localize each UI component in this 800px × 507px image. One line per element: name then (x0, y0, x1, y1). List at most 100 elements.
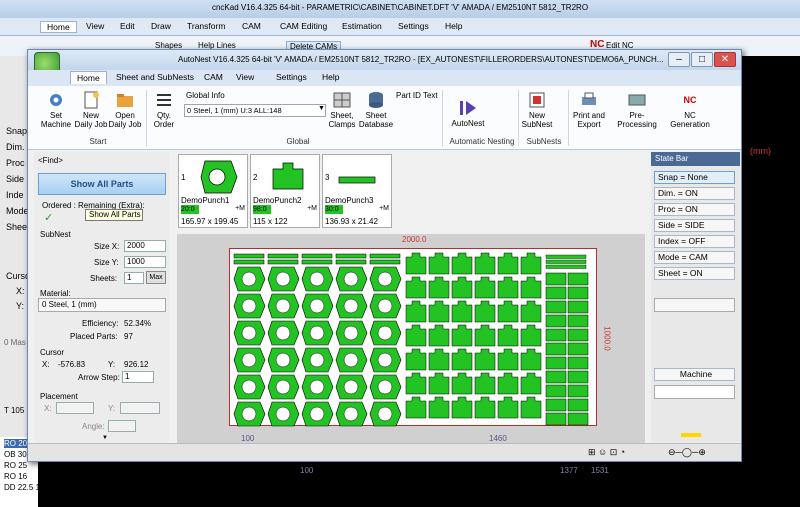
size-x-field[interactable]: 2000 (124, 240, 166, 252)
material-select[interactable]: 0 Steel, 1 (mm) U:3 ALL:148 (184, 104, 326, 117)
state-mode-button[interactable]: Mode = CAM (654, 251, 735, 264)
nested-part-strip (233, 253, 265, 259)
nested-part-tee (405, 252, 427, 275)
part-card-3[interactable]: 3 DemoPunch3 30:0 +M 136.93 x 21.42 (322, 154, 392, 228)
part-id-text-button[interactable]: Part ID Text (396, 91, 438, 100)
global-info-label[interactable]: Global Info (186, 91, 225, 100)
nested-part-hole (343, 325, 359, 341)
sheet-clamps-button[interactable]: Sheet, Clamps (326, 91, 358, 129)
nest-canvas[interactable]: 2000.0 1000.0 100 1460 (177, 234, 645, 444)
show-all-parts-button[interactable]: Show All Parts (38, 173, 166, 195)
nested-part-tee (451, 372, 473, 395)
size-y-label: Size Y: (94, 258, 119, 267)
bg-menu-draw[interactable]: Draw (151, 21, 171, 31)
tab-home[interactable]: Home (70, 71, 107, 84)
part-card-1[interactable]: 1 DemoPunch1 20:0 +M 165.97 x 199.45 (178, 154, 248, 228)
open-daily-job-button[interactable]: Open Daily Job (108, 91, 142, 129)
part-card-2[interactable]: 2 DemoPunch2 98:0 +M 115 x 122 (250, 154, 320, 228)
print-export-button[interactable]: Print and Export (571, 91, 607, 129)
part-more-button[interactable]: +M (379, 205, 389, 212)
bg-left-side[interactable]: Side (6, 174, 24, 184)
bg-menu-view[interactable]: View (86, 21, 104, 31)
zoom-icons[interactable]: ⊞ ☺ ⊡ ◔ (588, 447, 625, 458)
nested-part-hole (343, 298, 359, 314)
qty-order-button[interactable]: Qty. Order (150, 91, 178, 129)
bg-left-snap[interactable]: Snap (6, 126, 27, 136)
angle-label: Angle: (82, 422, 105, 431)
bg-left-proc[interactable]: Proc (6, 158, 25, 168)
material-button[interactable]: 0 Steel, 1 (mm) (38, 298, 166, 312)
tab-view[interactable]: View (236, 72, 254, 82)
state-index-button[interactable]: Index = OFF (654, 235, 735, 248)
preprocessing-button[interactable]: Pre-Processing (611, 91, 663, 129)
machine-select[interactable] (654, 385, 735, 399)
placement-y-field[interactable] (120, 402, 160, 414)
placement-x-field[interactable] (56, 402, 94, 414)
bg-menu-edit[interactable]: Edit (120, 21, 135, 31)
machine-button[interactable]: Machine (654, 368, 735, 381)
new-daily-job-button[interactable]: New Daily Job (74, 91, 108, 129)
nested-part-small (545, 328, 567, 342)
max-button[interactable]: Max (146, 271, 166, 284)
bg-left-sheet[interactable]: Shee (6, 222, 27, 232)
tab-cam[interactable]: CAM (204, 72, 223, 82)
size-y-field[interactable]: 1000 (124, 256, 166, 268)
bg-left-index[interactable]: Inde (6, 190, 24, 200)
list-item[interactable]: RO 25 (4, 461, 27, 470)
arrow-step-field[interactable]: 1 (122, 371, 154, 383)
nested-part-tee (497, 300, 519, 323)
tab-settings[interactable]: Settings (276, 72, 307, 82)
part-more-button[interactable]: +M (235, 205, 245, 212)
sheets-field[interactable]: 1 (124, 272, 144, 284)
autonest-button[interactable]: AutoNest (448, 91, 488, 128)
chevron-down-icon[interactable]: ▼ (318, 105, 325, 112)
list-order-icon (154, 91, 174, 109)
preprocessing-icon (627, 91, 647, 109)
state-proc-button[interactable]: Proc = ON (654, 203, 735, 216)
bg-menu-estimation[interactable]: Estimation (342, 21, 382, 31)
bg-menu-transform[interactable]: Transform (187, 21, 225, 31)
state-dim-button[interactable]: Dim. = ON (654, 187, 735, 200)
bg-menu-help[interactable]: Help (445, 21, 462, 31)
state-side-button[interactable]: Side = SIDE (654, 219, 735, 232)
arrow-step-label: Arrow Step: (78, 373, 120, 382)
bg-drawing-area[interactable]: (mm) (742, 56, 800, 507)
bg-menu-home[interactable]: Home (40, 21, 77, 33)
bg-menu-cam-editing[interactable]: CAM Editing (280, 21, 327, 31)
nested-part-tee (497, 324, 519, 347)
list-item[interactable]: OB 30 (4, 450, 27, 459)
tab-help[interactable]: Help (322, 72, 339, 82)
state-sheet-button[interactable]: Sheet = ON (654, 267, 735, 280)
part-more-button[interactable]: +M (307, 205, 317, 212)
nested-part-hole (275, 298, 291, 314)
new-subnest-button[interactable]: New SubNest (521, 91, 553, 129)
state-snap-button[interactable]: Snap = None (654, 171, 735, 184)
minimize-icon[interactable]: – (668, 52, 690, 67)
bg-menu-cam[interactable]: CAM (242, 21, 261, 31)
maximize-icon[interactable]: □ (691, 52, 713, 67)
nested-part-hole (309, 298, 325, 314)
sheet-grid-icon (332, 91, 352, 109)
set-machine-button[interactable]: Set Machine (38, 91, 74, 129)
autonest-label: AutoNest (451, 119, 485, 128)
sheet-clamps-label: Sheet, Clamps (328, 111, 356, 129)
scroll-down-icon[interactable]: ▼ (102, 435, 108, 441)
bg-drawing-bottom[interactable]: 100 1377 1531 (38, 462, 742, 507)
nc-generation-button[interactable]: NC NC Generation (666, 91, 714, 129)
bg-menu-settings[interactable]: Settings (398, 21, 429, 31)
list-item[interactable]: RO 16 (4, 472, 27, 481)
nest-sheet[interactable] (229, 248, 597, 427)
part-qty-badge: 20:0 (181, 205, 199, 214)
bg-menu-bar: Home View Edit Draw Transform CAM CAM Ed… (0, 18, 800, 36)
nested-part-tee (405, 348, 427, 371)
nested-parts (233, 252, 589, 427)
set-machine-label: Set Machine (40, 111, 72, 129)
find-input[interactable]: <Find> (38, 156, 63, 165)
angle-field[interactable] (108, 420, 136, 432)
bg-left-mode[interactable]: Mode (6, 206, 29, 216)
sheet-database-button[interactable]: Sheet Database (358, 91, 394, 129)
close-icon[interactable]: ✕ (714, 52, 736, 67)
zoom-slider[interactable]: ⊖─◯─⊕ (668, 447, 706, 458)
tab-sheet-subnests[interactable]: Sheet and SubNests (116, 72, 194, 82)
bg-left-dim[interactable]: Dim. (6, 142, 25, 152)
